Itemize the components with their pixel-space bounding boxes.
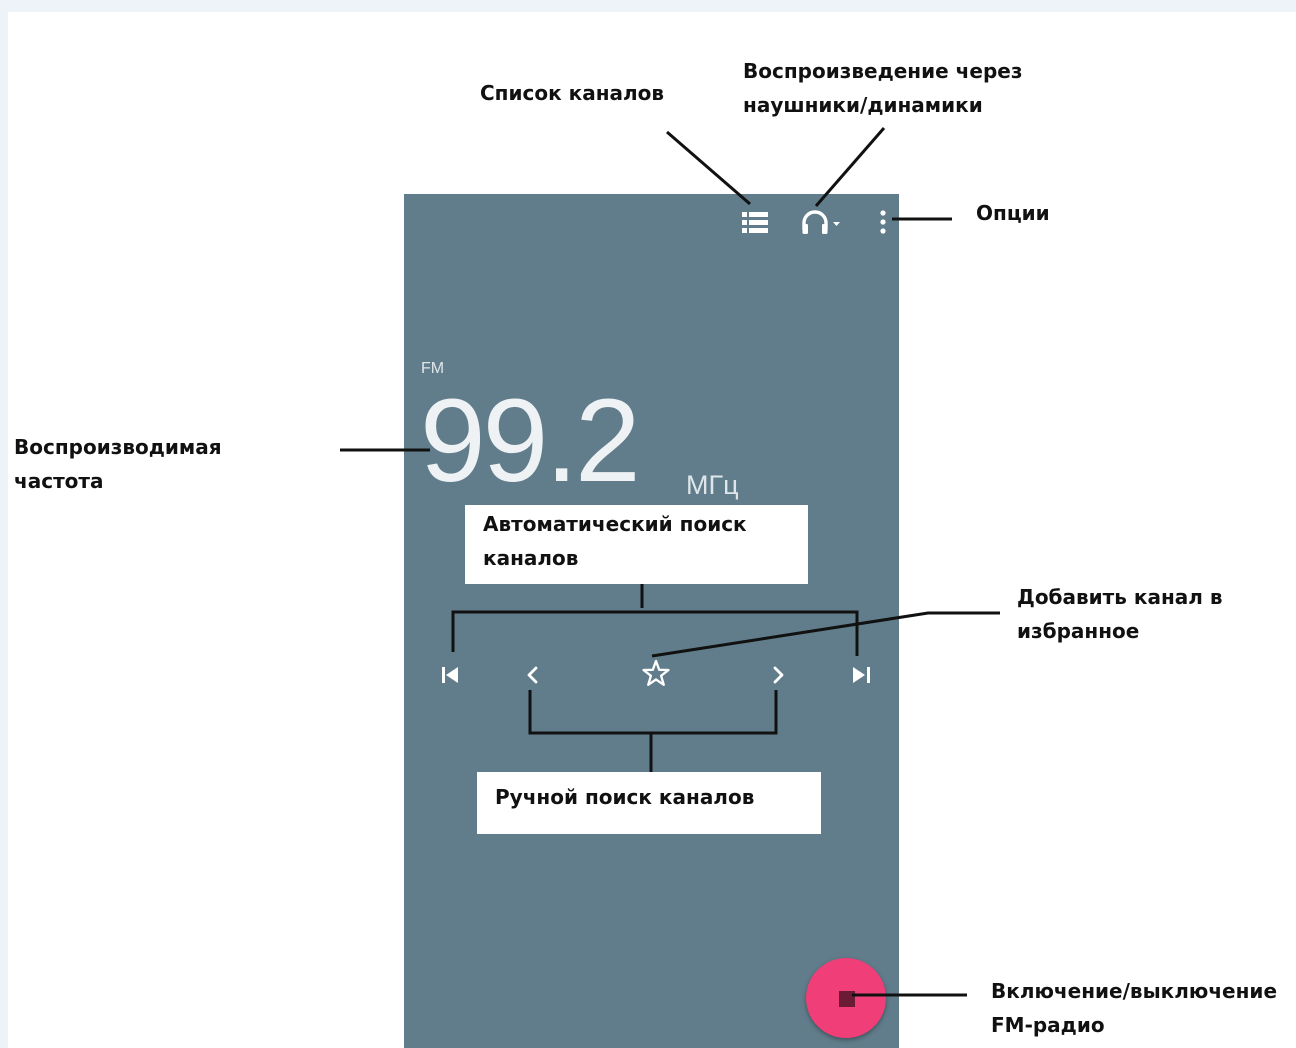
skip-previous-icon[interactable] [437,662,463,688]
callout-auto-search-line1: Автоматический поиск [483,512,747,536]
callout-manual-search-label: Ручной поиск каналов [495,785,755,809]
callout-manual-search: Ручной поиск каналов [477,772,821,834]
callout-audio-output-line2: наушники/динамики [743,93,983,117]
callout-frequency-line1: Воспроизводимая [14,435,222,459]
callout-auto-search: Автоматический поиск каналов [465,505,808,584]
callout-frequency: Воспроизводимая частота [14,430,222,498]
callout-auto-search-line2: каналов [483,546,579,570]
skip-next-icon[interactable] [849,662,875,688]
callout-power-line1: Включение/выключение [991,979,1278,1003]
stop-icon [839,991,855,1007]
headphones-dropdown-icon[interactable] [800,208,846,238]
callout-audio-output-line1: Воспроизведение через [743,59,1023,83]
callout-favorite: Добавить канал в избранное [1017,580,1223,648]
callout-favorite-line2: избранное [1017,619,1140,643]
callout-frequency-line2: частота [14,469,104,493]
fm-radio-screen [404,194,899,1048]
chevron-left-icon[interactable] [519,662,545,688]
callout-options: Опции [976,201,1050,225]
frequency-unit: МГц [686,470,739,500]
callout-power: Включение/выключение FM-радио [991,974,1277,1042]
callout-power-line2: FM-радио [991,1013,1105,1037]
frequency-display: 99.2 [420,375,641,507]
star-outline-icon[interactable] [640,658,672,690]
chevron-right-icon[interactable] [766,662,792,688]
callout-audio-output: Воспроизведение через наушники/динамики [743,54,1022,122]
list-icon[interactable] [740,210,770,236]
callout-favorite-line1: Добавить канал в [1017,585,1223,609]
callout-channel-list: Список каналов [480,81,665,105]
power-button[interactable] [806,958,886,1038]
more-vert-icon[interactable] [876,208,890,238]
